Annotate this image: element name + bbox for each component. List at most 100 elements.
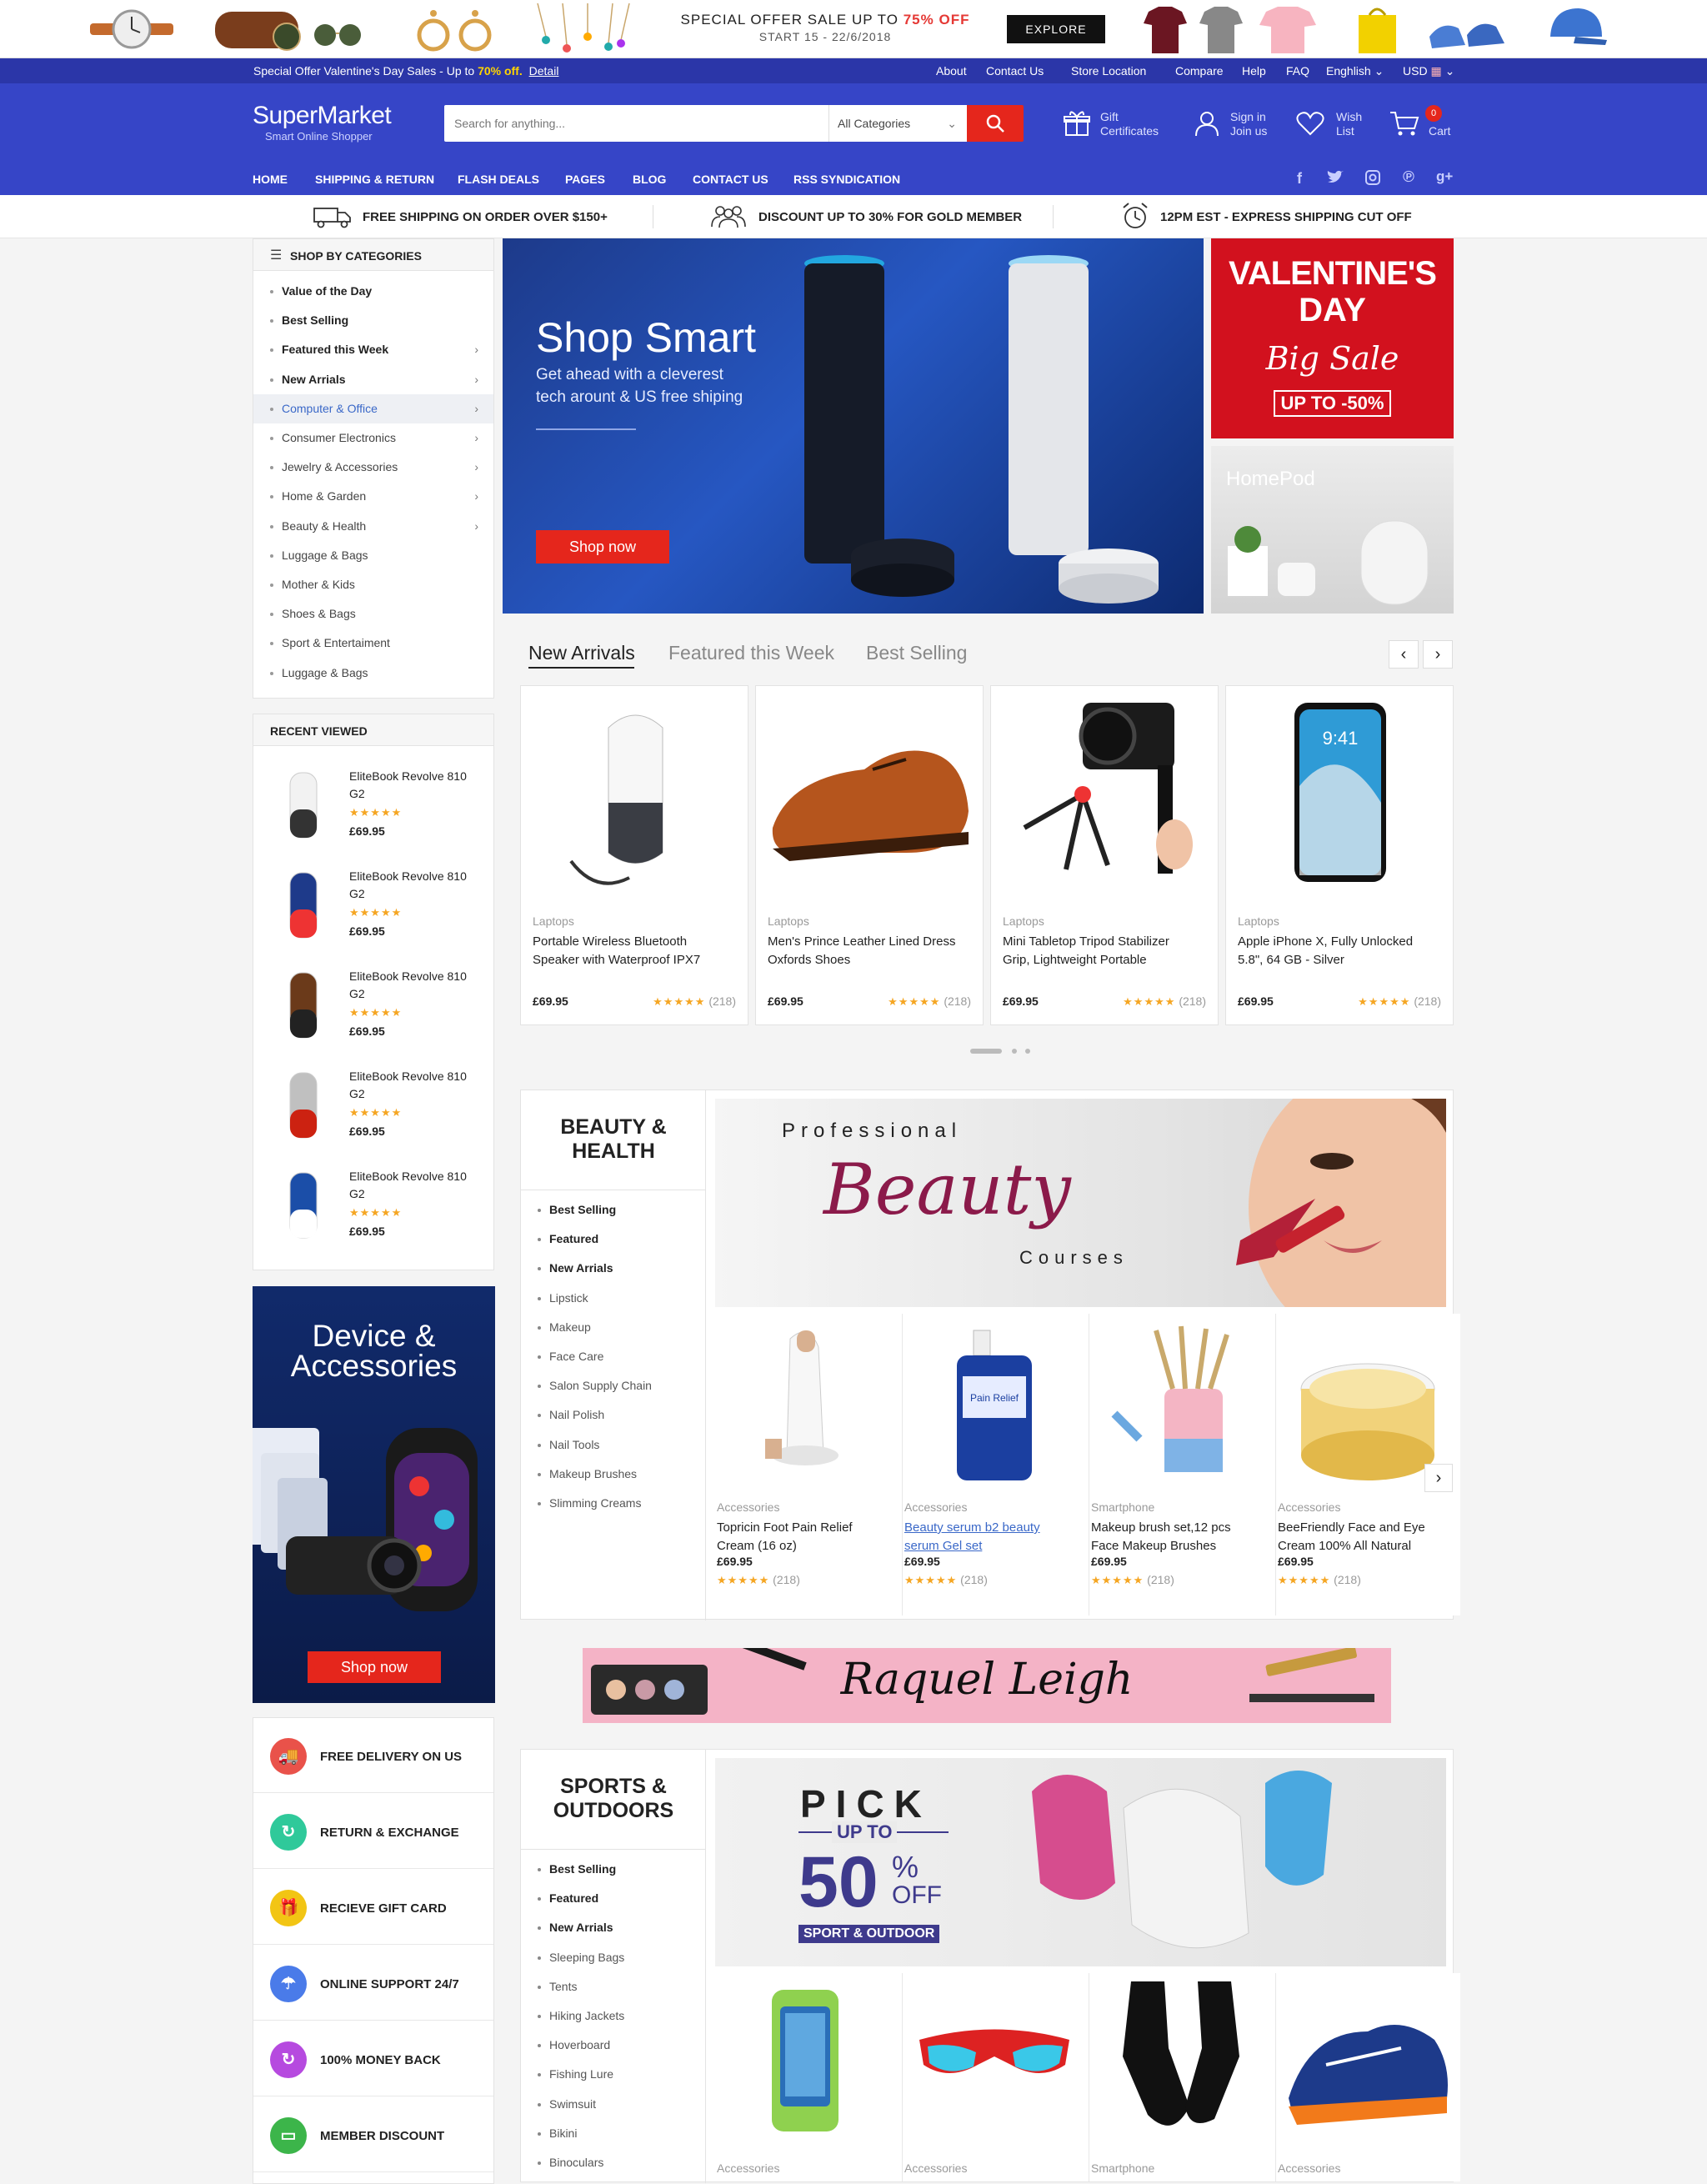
pinterest-icon[interactable]: ℗ — [1403, 168, 1414, 187]
subcategory-item[interactable]: Featured — [521, 1225, 706, 1255]
service-item[interactable]: 🚚 FREE DELIVERY ON US — [253, 1718, 493, 1793]
recent-viewed-item[interactable]: EliteBook Revolve 810 G2 ★★★★★ £69.95 — [253, 1161, 493, 1253]
nav-flash-deals[interactable]: FLASH DEALS — [458, 173, 539, 186]
subcategory-item[interactable]: Face Care — [521, 1343, 706, 1372]
product-name[interactable]: Beauty serum b2 beauty serum Gel set — [904, 1519, 1040, 1555]
nav-rss[interactable]: RSS SYNDICATION — [793, 173, 900, 186]
valentines-banner[interactable]: VALENTINE'S DAY Big Sale UP TO -50% — [1211, 238, 1454, 438]
top-promo-banner[interactable]: SPECIAL OFFER SALE UP TO 75% OFF START 1… — [0, 0, 1707, 58]
category-item[interactable]: Mother & Kids — [253, 570, 493, 599]
nav-pages[interactable]: PAGES — [565, 173, 605, 186]
beauty-carousel-next-button[interactable]: › — [1424, 1464, 1453, 1492]
explore-button[interactable]: EXPLORE — [1007, 15, 1105, 43]
product-name[interactable]: Makeup brush set,12 pcs Face Makeup Brush… — [1091, 1519, 1231, 1555]
nav-home[interactable]: HOME — [253, 173, 288, 186]
service-item[interactable]: ☂ ONLINE SUPPORT 24/7 — [253, 1946, 493, 2021]
nav-shipping-return[interactable]: SHIPPING & RETURN — [315, 173, 434, 186]
subcategory-item[interactable]: Swimsuit — [521, 2091, 706, 2120]
sign-in-link[interactable]: Sign in Join us — [1194, 107, 1285, 143]
gift-certificates-link[interactable]: Gift Certificates — [1064, 107, 1189, 143]
category-item[interactable]: Luggage & Bags — [253, 541, 493, 570]
product-card[interactable]: Laptops Men's Prince Leather Lined Dress O… — [755, 685, 984, 1025]
tab-best-selling[interactable]: Best Selling — [866, 642, 967, 664]
product-name[interactable]: Portable Wireless Bluetooth Speaker with … — [533, 933, 700, 969]
subcategory-item[interactable]: Salon Supply Chain — [521, 1372, 706, 1401]
google-plus-icon[interactable]: g+ — [1436, 168, 1453, 185]
subcategory-item[interactable]: Makeup — [521, 1314, 706, 1343]
subcategory-item[interactable]: Sleeping Bags — [521, 1944, 706, 1973]
category-select[interactable]: All Categories ⌄ — [828, 105, 967, 142]
recent-viewed-item[interactable]: EliteBook Revolve 810 G2 ★★★★★ £69.95 — [253, 861, 493, 953]
search-input[interactable] — [444, 105, 828, 142]
beauty-courses-banner[interactable]: Professional Beauty Courses — [715, 1099, 1446, 1307]
subcategory-item[interactable]: Nail Tools — [521, 1431, 706, 1460]
service-item[interactable]: ↻ 100% MONEY BACK — [253, 2021, 493, 2096]
category-item[interactable]: Computer & Office › — [253, 393, 493, 423]
product-card[interactable]: Smartphone — [1089, 1973, 1274, 2181]
raquel-leigh-banner[interactable]: Raquel Leigh — [583, 1648, 1391, 1723]
product-name[interactable]: Mini Tabletop Tripod Stabilizer Grip, Lig… — [1003, 933, 1169, 969]
subcategory-item[interactable]: Nail Polish — [521, 1401, 706, 1430]
service-item[interactable]: ↻ RETURN & EXCHANGE — [253, 1794, 493, 1869]
categories-header[interactable]: ☰ SHOP BY CATEGORIES — [253, 239, 493, 271]
homepod-banner[interactable]: HomePod — [1211, 446, 1454, 614]
subcategory-item[interactable]: Fishing Lure — [521, 2061, 706, 2090]
subcategory-item[interactable]: New Arrials — [521, 1255, 706, 1284]
device-shop-now-button[interactable]: Shop now — [308, 1651, 441, 1683]
product-card[interactable]: Accessories — [715, 1973, 900, 2181]
subcategory-item[interactable]: Featured — [521, 1885, 706, 1914]
product-card[interactable]: Accessories — [902, 1973, 1087, 2181]
category-item[interactable]: Home & Garden › — [253, 482, 493, 511]
topbar-link-contact[interactable]: Contact Us — [986, 64, 1044, 78]
twitter-icon[interactable] — [1327, 170, 1344, 185]
service-item[interactable]: ▭ MEMBER DISCOUNT — [253, 2097, 493, 2172]
hero-banner[interactable]: Shop Smart Get ahead with a cleverest tec… — [503, 238, 1204, 614]
cart-link[interactable]: 0 Cart — [1389, 105, 1456, 143]
recent-viewed-item[interactable]: EliteBook Revolve 810 G2 ★★★★★ £69.95 — [253, 1061, 493, 1153]
service-item[interactable]: 🎁 RECIEVE GIFT CARD — [253, 1870, 493, 1945]
topbar-link-help[interactable]: Help — [1242, 64, 1266, 78]
subcategory-item[interactable]: Best Selling — [521, 1856, 706, 1885]
product-card[interactable]: 9:41 Laptops Apple iPhone X, Fully Unlocke… — [1225, 685, 1454, 1025]
topbar-link-about[interactable]: About — [936, 64, 967, 78]
instagram-icon[interactable] — [1365, 170, 1380, 185]
wish-list-link[interactable]: Wish List — [1296, 107, 1371, 143]
tab-featured-week[interactable]: Featured this Week — [668, 642, 834, 664]
search-button[interactable] — [967, 105, 1024, 142]
category-item[interactable]: Best Selling — [253, 306, 493, 335]
category-item[interactable]: Shoes & Bags — [253, 599, 493, 629]
recent-viewed-item[interactable]: EliteBook Revolve 810 G2 ★★★★★ £69.95 — [253, 961, 493, 1053]
carousel-dot[interactable] — [1025, 1049, 1030, 1054]
carousel-dot-active[interactable] — [970, 1049, 1002, 1054]
category-item[interactable]: Sport & Entertaiment — [253, 629, 493, 658]
category-item[interactable]: Consumer Electronics › — [253, 423, 493, 453]
category-item[interactable]: Luggage & Bags — [253, 659, 493, 688]
promo-detail-link[interactable]: Detail — [529, 64, 559, 78]
nav-contact-us[interactable]: CONTACT US — [693, 173, 768, 186]
facebook-icon[interactable]: f — [1297, 170, 1302, 188]
subcategory-item[interactable]: Makeup Brushes — [521, 1460, 706, 1490]
carousel-prev-button[interactable]: ‹ — [1389, 640, 1419, 669]
product-name[interactable]: Apple iPhone X, Fully Unlocked 5.8", 64 G… — [1238, 933, 1413, 969]
product-name[interactable]: Topricin Foot Pain Relief Cream (16 oz) — [717, 1519, 853, 1555]
site-logo[interactable]: SuperMarket — [253, 102, 392, 130]
tab-new-arrivals[interactable]: New Arrivals — [528, 642, 635, 664]
subcategory-item[interactable]: Best Selling — [521, 1196, 706, 1225]
product-card[interactable]: Laptops Portable Wireless Bluetooth Speake… — [520, 685, 748, 1025]
topbar-link-store-location[interactable]: Store Location — [1071, 64, 1146, 78]
currency-selector[interactable]: USD ▦ ⌄ — [1403, 64, 1454, 78]
product-card[interactable]: Accessories Topricin Foot Pain Relief Crea… — [715, 1314, 900, 1615]
category-item[interactable]: Jewelry & Accessories › — [253, 453, 493, 482]
carousel-dot[interactable] — [1012, 1049, 1017, 1054]
subcategory-item[interactable]: Slimming Creams — [521, 1490, 706, 1519]
subcategory-item[interactable]: Hiking Jackets — [521, 2002, 706, 2031]
subcategory-item[interactable]: Tents — [521, 1973, 706, 2002]
topbar-link-compare[interactable]: Compare — [1175, 64, 1224, 78]
subcategory-item[interactable]: New Arrials — [521, 1914, 706, 1943]
nav-blog[interactable]: BLOG — [633, 173, 666, 186]
product-card[interactable]: Smartphone Makeup brush set,12 pcs Face Ma… — [1089, 1314, 1274, 1615]
product-name[interactable]: Men's Prince Leather Lined Dress Oxfords … — [768, 933, 955, 969]
category-item[interactable]: Value of the Day — [253, 277, 493, 306]
category-item[interactable]: Featured this Week › — [253, 335, 493, 364]
subcategory-item[interactable]: Lipstick — [521, 1285, 706, 1314]
